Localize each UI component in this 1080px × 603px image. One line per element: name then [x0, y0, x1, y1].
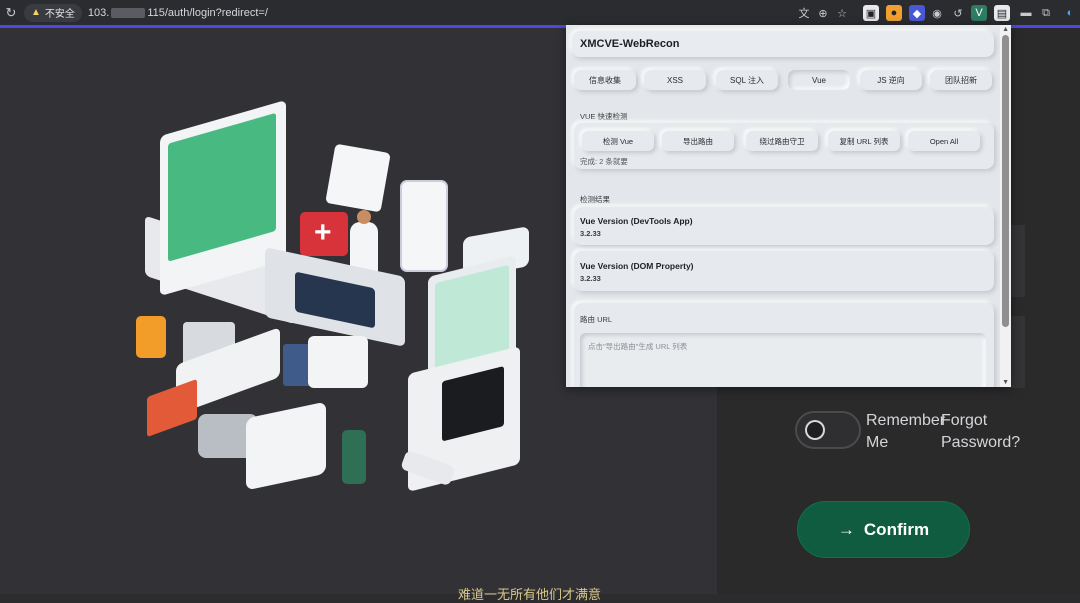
popup-title: XMCVE-WebRecon	[572, 31, 994, 57]
redacted-ip-block	[111, 7, 146, 18]
open-all-button[interactable]: Open All	[908, 131, 980, 151]
extension-icon-3[interactable]: ◆	[909, 5, 925, 21]
results-label: 检测结果	[580, 195, 610, 204]
bookmark-star-icon[interactable]: ☆	[834, 5, 850, 21]
export-routes-button[interactable]: 导出路由	[662, 131, 734, 151]
extension-icon-1[interactable]: ▣	[863, 5, 879, 21]
result-value-2: 3.2.33	[580, 274, 601, 283]
security-chip[interactable]: ▲ 不安全	[24, 3, 82, 22]
tab-js-reverse[interactable]: JS 逆向	[860, 70, 922, 90]
confirm-button[interactable]: → Confirm	[798, 502, 969, 557]
bypass-route-guard-button[interactable]: 绕过路由守卫	[746, 131, 818, 151]
translate-icon[interactable]: 文	[796, 5, 812, 21]
extension-icon-2[interactable]: ●	[886, 5, 902, 21]
url-suffix: 115/auth/login?redirect=/	[147, 6, 268, 19]
tab-team-recruit[interactable]: 团队招新	[930, 70, 992, 90]
confirm-label: Confirm	[863, 519, 930, 539]
extension-icon-6[interactable]: ▬	[1018, 5, 1034, 21]
status-text: 完成: 2 条就要	[580, 157, 628, 166]
result-card-1	[574, 207, 994, 245]
medicine-bottle-illustration	[342, 430, 366, 484]
extension-icon-vue[interactable]: V	[971, 5, 987, 21]
reload-icon[interactable]: ↻	[2, 4, 20, 22]
result-card-2	[574, 251, 994, 291]
profile-icon[interactable]: ◐	[1062, 5, 1078, 21]
warning-icon: ▲	[31, 7, 41, 18]
result-title-2: Vue Version (DOM Property)	[580, 261, 694, 271]
security-label: 不安全	[44, 9, 75, 20]
popup-scrollbar[interactable]: ▲ ▼	[1000, 25, 1011, 387]
webrecon-extension-popup: XMCVE-WebRecon 信息收集 XSS SQL 注入 Vue JS 逆向…	[566, 25, 1011, 387]
id-card-illustration	[325, 143, 391, 213]
popup-tab-bar: 信息收集 XSS SQL 注入 Vue JS 逆向 团队招新	[574, 70, 994, 90]
tab-sql-injection[interactable]: SQL 注入	[716, 70, 778, 90]
result-title-1: Vue Version (DevTools App)	[580, 216, 693, 226]
phone-illustration	[400, 180, 448, 272]
url-prefix: 103.	[87, 6, 110, 19]
scroll-up-icon[interactable]: ▲	[1002, 26, 1009, 33]
forgot-password-link[interactable]: Forgot Password?	[941, 410, 1021, 454]
pill-bottle-illustration	[136, 316, 166, 358]
extension-icon-4[interactable]: ◉	[929, 5, 945, 21]
ecg-monitor-illustration	[308, 336, 368, 388]
tab-xss[interactable]: XSS	[644, 70, 706, 90]
remember-me-label[interactable]: Remember Me	[866, 410, 945, 454]
detect-vue-button[interactable]: 检测 Vue	[582, 131, 654, 151]
first-aid-kit-illustration	[300, 212, 348, 256]
address-bar[interactable]: 103. 115/auth/login?redirect=/	[88, 7, 268, 19]
extensions-puzzle-icon[interactable]: ⧉	[1038, 5, 1054, 21]
remember-me-toggle[interactable]	[795, 411, 861, 449]
copy-url-list-button[interactable]: 复制 URL 列表	[828, 131, 900, 151]
arrow-right-icon: →	[837, 519, 855, 539]
extension-icon-webrecon[interactable]: ▤	[994, 5, 1010, 21]
tab-vue[interactable]: Vue	[788, 70, 850, 90]
zoom-icon[interactable]: ⊕	[815, 5, 831, 21]
scroll-down-icon[interactable]: ▼	[1002, 379, 1009, 386]
toggle-knob	[805, 420, 825, 440]
route-url-textarea[interactable]: 点击"导出路由"生成 URL 列表	[580, 333, 986, 387]
tab-info-gathering[interactable]: 信息收集	[574, 70, 636, 90]
result-value-1: 3.2.33	[580, 229, 601, 238]
browser-toolbar: ↻ ▲ 不安全 103. 115/auth/login?redirect=/ 文…	[0, 0, 1080, 28]
route-url-label: 路由 URL	[580, 315, 613, 324]
extension-icon-5[interactable]: ↺	[950, 5, 966, 21]
vue-section-label: VUE 快速检测	[580, 112, 628, 121]
scrollbar-thumb[interactable]	[1002, 35, 1009, 327]
